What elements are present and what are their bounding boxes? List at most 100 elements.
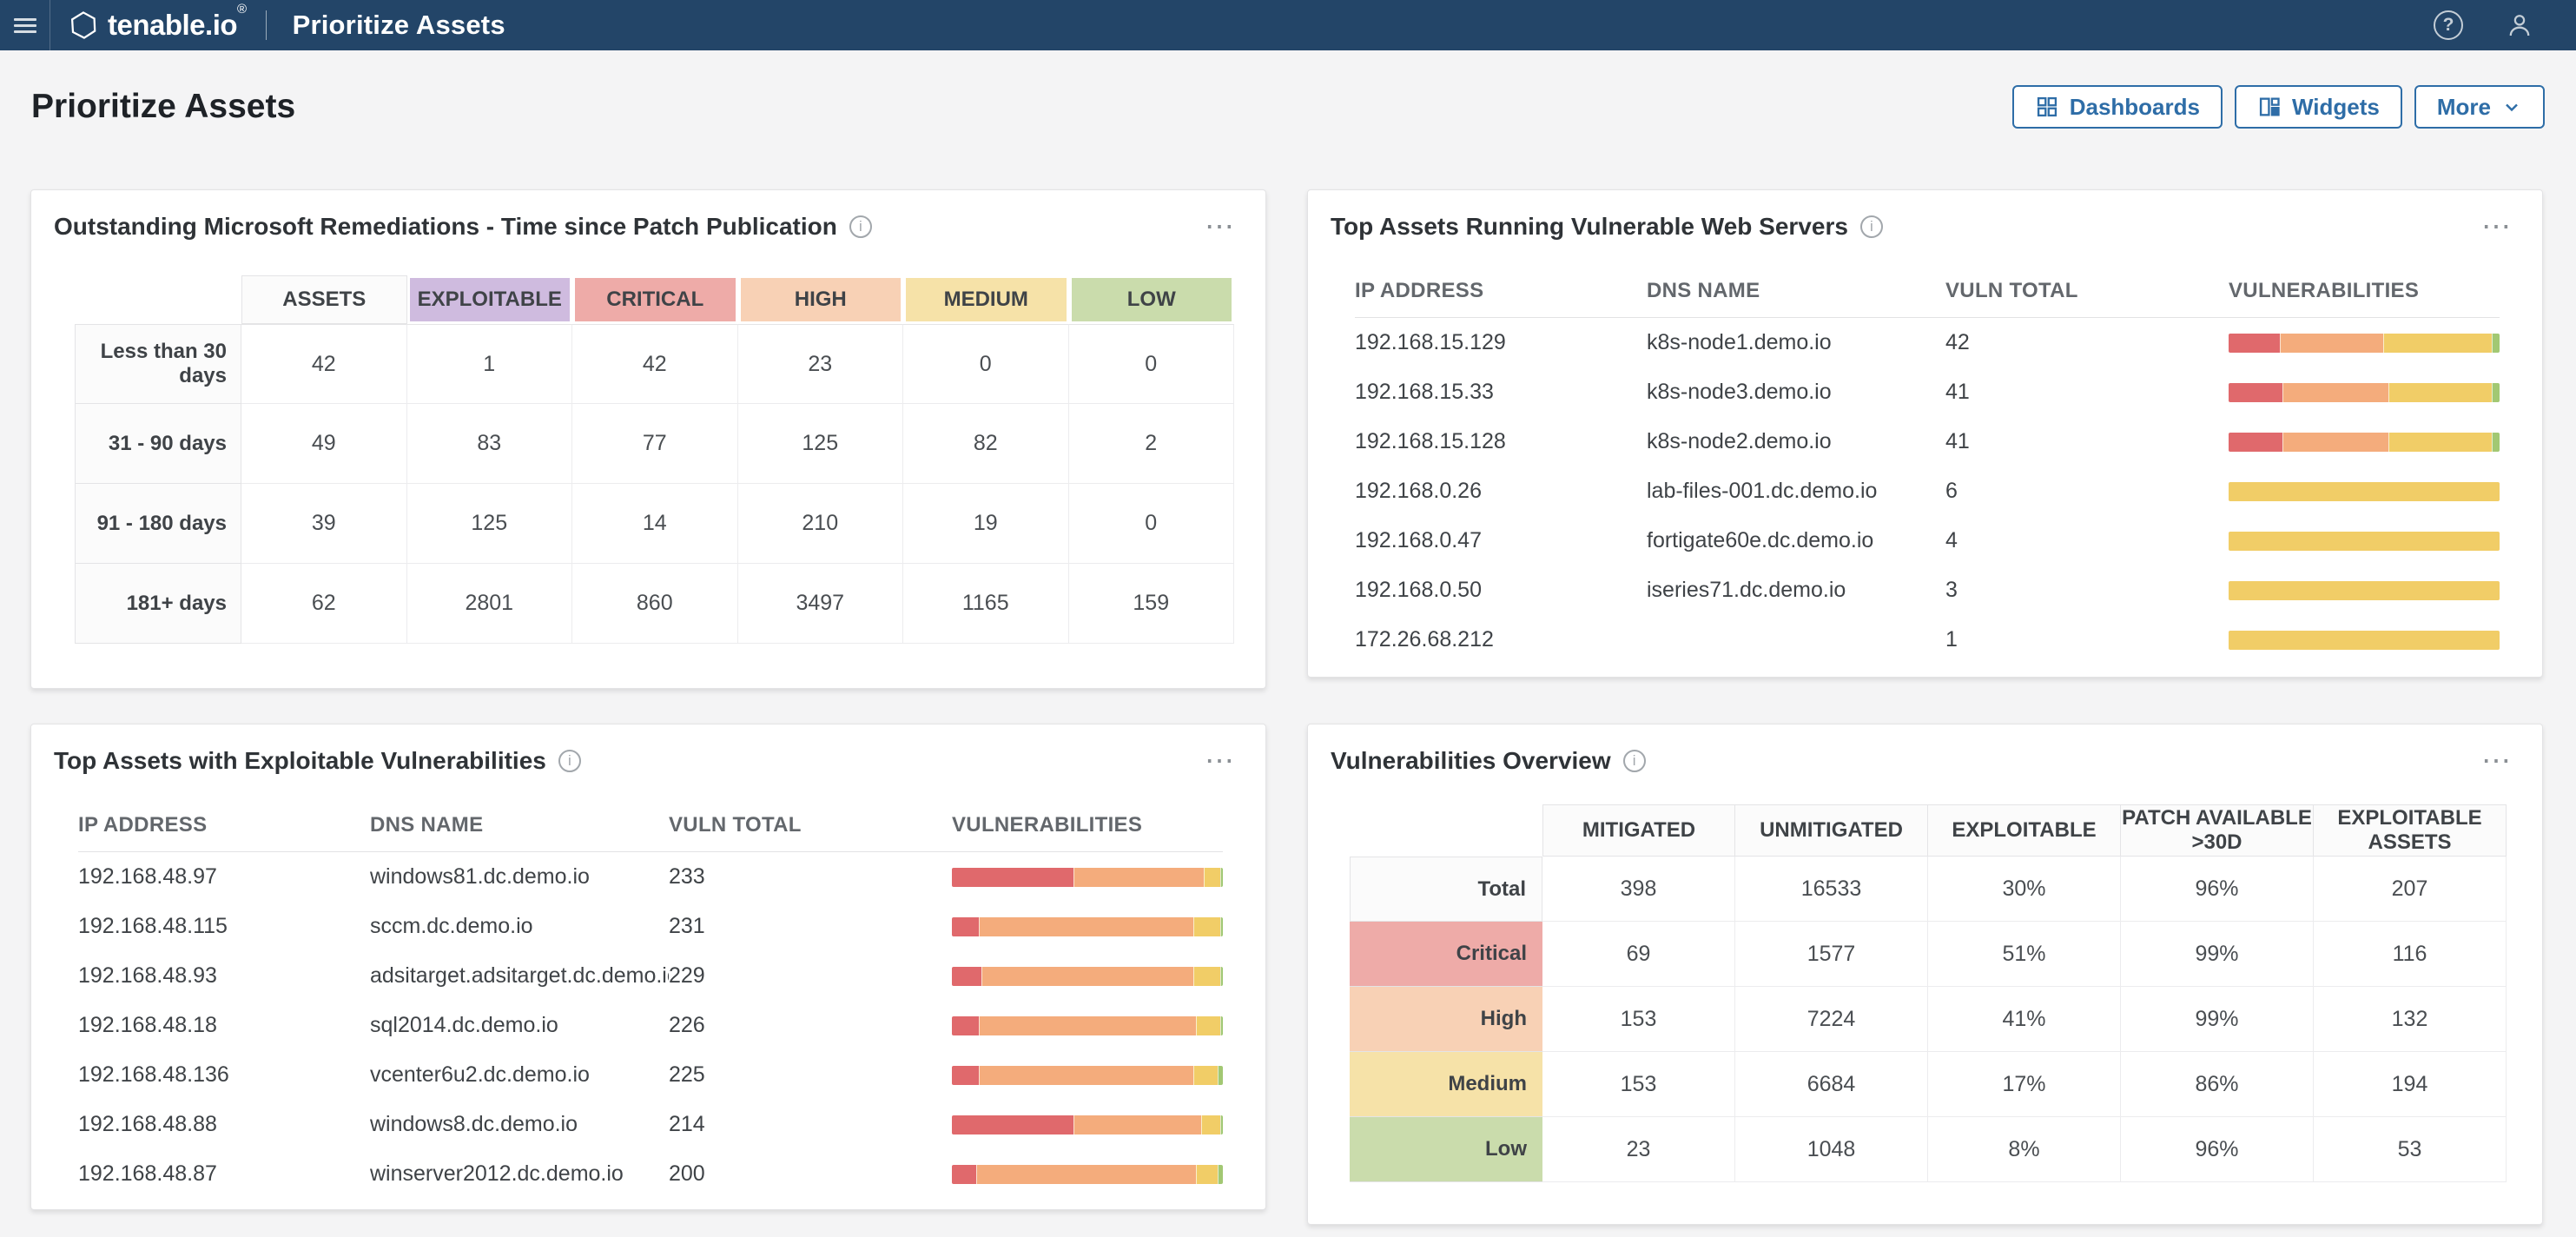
widgets-button[interactable]: Widgets	[2235, 85, 2402, 129]
widget-menu-button[interactable]: ⋯	[2481, 752, 2513, 770]
dns-name-cell[interactable]: k8s-node3.demo.io	[1647, 380, 1945, 405]
brand[interactable]: tenable.io®	[50, 9, 262, 42]
vuln-total-cell[interactable]: 41	[1945, 380, 2229, 405]
table-cell[interactable]: 16533	[1735, 857, 1928, 922]
table-cell[interactable]: 77	[572, 404, 738, 484]
vuln-total-cell[interactable]: 41	[1945, 429, 2229, 454]
table-cell[interactable]: 86%	[2121, 1052, 2314, 1117]
dns-name-cell[interactable]: sccm.dc.demo.io	[370, 914, 669, 939]
table-cell[interactable]: 194	[2314, 1052, 2507, 1117]
widget-menu-button[interactable]: ⋯	[1205, 218, 1236, 235]
table-cell[interactable]: 2	[1069, 404, 1235, 484]
table-cell[interactable]: 125	[738, 404, 904, 484]
table-cell[interactable]: 3497	[738, 564, 904, 644]
vuln-total-cell[interactable]: 6	[1945, 479, 2229, 504]
table-cell[interactable]: 153	[1542, 1052, 1735, 1117]
dashboards-button[interactable]: Dashboards	[2012, 85, 2223, 129]
vulnerabilities-bar[interactable]	[952, 1016, 1223, 1035]
ip-address-cell[interactable]: 192.168.48.115	[78, 914, 370, 939]
table-cell[interactable]: 51%	[1928, 922, 2121, 987]
vulnerabilities-bar[interactable]	[2229, 631, 2500, 650]
dns-name-cell[interactable]: sql2014.dc.demo.io	[370, 1013, 669, 1038]
table-cell[interactable]: 1	[407, 324, 573, 404]
dns-name-cell[interactable]: adsitarget.adsitarget.dc.demo.io	[370, 963, 669, 989]
vulnerabilities-bar[interactable]	[2229, 383, 2500, 402]
vulnerabilities-bar[interactable]	[2229, 433, 2500, 452]
vuln-total-cell[interactable]: 229	[669, 963, 952, 989]
dns-name-cell[interactable]: lab-files-001.dc.demo.io	[1647, 479, 1945, 504]
table-cell[interactable]: 39	[241, 484, 407, 564]
table-cell[interactable]: 132	[2314, 987, 2507, 1052]
table-cell[interactable]: 159	[1069, 564, 1235, 644]
table-cell[interactable]: 19	[903, 484, 1069, 564]
dns-name-cell[interactable]: windows8.dc.demo.io	[370, 1112, 669, 1137]
ip-address-cell[interactable]: 192.168.48.93	[78, 963, 370, 989]
dns-name-cell[interactable]: windows81.dc.demo.io	[370, 864, 669, 890]
dns-name-cell[interactable]: iseries71.dc.demo.io	[1647, 578, 1945, 603]
ip-address-cell[interactable]: 192.168.48.136	[78, 1062, 370, 1088]
table-cell[interactable]: 41%	[1928, 987, 2121, 1052]
table-cell[interactable]: 17%	[1928, 1052, 2121, 1117]
table-cell[interactable]: 1165	[903, 564, 1069, 644]
vulnerabilities-bar[interactable]	[2229, 334, 2500, 353]
table-cell[interactable]: 1048	[1735, 1117, 1928, 1182]
ip-address-cell[interactable]: 192.168.15.129	[1355, 330, 1647, 355]
widget-menu-button[interactable]: ⋯	[2481, 218, 2513, 235]
table-cell[interactable]: 83	[407, 404, 573, 484]
table-cell[interactable]: 30%	[1928, 857, 2121, 922]
table-cell[interactable]: 860	[572, 564, 738, 644]
table-cell[interactable]: 42	[572, 324, 738, 404]
user-account-button[interactable]	[2505, 10, 2534, 40]
ip-address-cell[interactable]: 192.168.15.33	[1355, 380, 1647, 405]
vuln-total-cell[interactable]: 226	[669, 1013, 952, 1038]
ip-address-cell[interactable]: 172.26.68.212	[1355, 627, 1647, 652]
vuln-total-cell[interactable]: 225	[669, 1062, 952, 1088]
dns-name-cell[interactable]: winserver2012.dc.demo.io	[370, 1161, 669, 1187]
info-icon[interactable]: i	[849, 215, 872, 238]
table-cell[interactable]: 0	[903, 324, 1069, 404]
ip-address-cell[interactable]: 192.168.0.47	[1355, 528, 1647, 553]
ip-address-cell[interactable]: 192.168.15.128	[1355, 429, 1647, 454]
table-cell[interactable]: 0	[1069, 324, 1235, 404]
vuln-total-cell[interactable]: 42	[1945, 330, 2229, 355]
table-cell[interactable]: 82	[903, 404, 1069, 484]
dns-name-cell[interactable]: fortigate60e.dc.demo.io	[1647, 528, 1945, 553]
info-icon[interactable]: i	[1623, 750, 1646, 772]
dns-name-cell[interactable]: vcenter6u2.dc.demo.io	[370, 1062, 669, 1088]
table-cell[interactable]: 125	[407, 484, 573, 564]
vulnerabilities-bar[interactable]	[2229, 482, 2500, 501]
table-cell[interactable]: 62	[241, 564, 407, 644]
table-cell[interactable]: 23	[1542, 1117, 1735, 1182]
table-cell[interactable]: 49	[241, 404, 407, 484]
hamburger-menu-button[interactable]	[0, 0, 50, 50]
table-cell[interactable]: 210	[738, 484, 904, 564]
table-cell[interactable]: 69	[1542, 922, 1735, 987]
dns-name-cell[interactable]: k8s-node1.demo.io	[1647, 330, 1945, 355]
vuln-total-cell[interactable]: 233	[669, 864, 952, 890]
table-cell[interactable]: 153	[1542, 987, 1735, 1052]
info-icon[interactable]: i	[558, 750, 581, 772]
table-cell[interactable]: 207	[2314, 857, 2507, 922]
table-cell[interactable]: 99%	[2121, 922, 2314, 987]
table-cell[interactable]: 2801	[407, 564, 573, 644]
table-cell[interactable]: 14	[572, 484, 738, 564]
table-cell[interactable]: 53	[2314, 1117, 2507, 1182]
table-cell[interactable]: 42	[241, 324, 407, 404]
dns-name-cell[interactable]: k8s-node2.demo.io	[1647, 429, 1945, 454]
vulnerabilities-bar[interactable]	[952, 1165, 1223, 1184]
vulnerabilities-bar[interactable]	[952, 967, 1223, 986]
table-cell[interactable]: 1577	[1735, 922, 1928, 987]
vulnerabilities-bar[interactable]	[952, 1115, 1223, 1134]
vuln-total-cell[interactable]: 1	[1945, 627, 2229, 652]
vulnerabilities-bar[interactable]	[2229, 581, 2500, 600]
table-cell[interactable]: 398	[1542, 857, 1735, 922]
table-cell[interactable]: 99%	[2121, 987, 2314, 1052]
ip-address-cell[interactable]: 192.168.48.88	[78, 1112, 370, 1137]
ip-address-cell[interactable]: 192.168.48.87	[78, 1161, 370, 1187]
table-cell[interactable]: 96%	[2121, 857, 2314, 922]
vulnerabilities-bar[interactable]	[952, 868, 1223, 887]
vulnerabilities-bar[interactable]	[952, 917, 1223, 936]
ip-address-cell[interactable]: 192.168.48.18	[78, 1013, 370, 1038]
help-button[interactable]: ?	[2434, 10, 2463, 40]
table-cell[interactable]: 96%	[2121, 1117, 2314, 1182]
